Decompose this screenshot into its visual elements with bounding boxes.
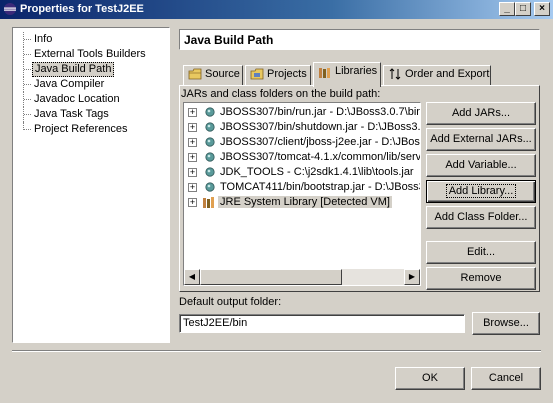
list-item[interactable]: + JBOSS307/bin/run.jar - D:\JBoss3.0.7\b… <box>184 105 420 120</box>
tree-connector <box>23 32 31 47</box>
nav-item-info[interactable]: Info <box>13 32 163 47</box>
title-bar: Properties for TestJ2EE _ □ × <box>0 0 553 19</box>
jar-icon <box>205 182 215 192</box>
tab-label: Libraries <box>335 65 378 77</box>
browse-button[interactable]: Browse... <box>472 312 540 335</box>
cancel-button[interactable]: Cancel <box>471 367 541 390</box>
library-path: JDK_TOOLS - C:\j2sdk1.4.1\lib\tools.jar <box>220 166 414 178</box>
nav-item-label: Javadoc Location <box>34 93 120 105</box>
eclipse-icon <box>4 3 16 15</box>
nav-item-label: Project References <box>34 123 128 135</box>
tab-label: Order and Export <box>405 68 490 80</box>
list-item[interactable]: + JBOSS307/client/jboss-j2ee.jar - D:\JB… <box>184 135 420 150</box>
nav-item-label: Java Task Tags <box>34 108 109 120</box>
nav-item-label: External Tools Builders <box>34 48 146 60</box>
jar-icon <box>205 107 215 117</box>
nav-item-javadoc-location[interactable]: Javadoc Location <box>13 92 163 107</box>
properties-dialog: Properties for TestJ2EE _ □ × Info Exter… <box>0 0 553 403</box>
tab-order-and-export[interactable]: Order and Export <box>383 65 491 86</box>
minimize-button[interactable]: _ <box>499 2 515 16</box>
expand-icon[interactable]: + <box>188 108 197 117</box>
output-folder-label: Default output folder: <box>179 296 282 308</box>
page-title: Java Build Path <box>179 29 540 50</box>
jar-icon <box>205 152 215 162</box>
tab-libraries[interactable]: Libraries <box>313 62 381 87</box>
output-folder-input[interactable]: TestJ2EE/bin <box>179 314 465 333</box>
jar-icon <box>205 167 215 177</box>
scrollbar-thumb[interactable] <box>200 269 342 285</box>
tree-connector <box>23 92 31 107</box>
separator <box>12 350 541 352</box>
add-class-folder-button[interactable]: Add Class Folder... <box>426 206 536 229</box>
tab-projects[interactable]: Projects <box>245 65 311 86</box>
order-icon <box>389 68 401 80</box>
scroll-left-icon[interactable]: ◀ <box>184 269 200 285</box>
list-item[interactable]: + JRE System Library [Detected VM] <box>184 195 420 210</box>
nav-item-label: Java Compiler <box>34 78 105 90</box>
tree-connector <box>23 107 31 122</box>
remove-button[interactable]: Remove <box>426 267 536 290</box>
library-path: TOMCAT411/bin/bootstrap.jar - D:\JBoss3.… <box>220 181 421 193</box>
expand-icon[interactable]: + <box>188 168 197 177</box>
list-item[interactable]: + JBOSS307/tomcat-4.1.x/common/lib/servl… <box>184 150 420 165</box>
list-item[interactable]: + TOMCAT411/bin/bootstrap.jar - D:\JBoss… <box>184 180 420 195</box>
close-button[interactable]: × <box>534 2 550 16</box>
expand-icon[interactable]: + <box>188 123 197 132</box>
nav-item-project-references[interactable]: Project References <box>13 122 163 137</box>
jar-icon <box>205 137 215 147</box>
tree-connector <box>23 62 31 77</box>
tab-label: Source <box>205 68 240 80</box>
window-title: Properties for TestJ2EE <box>20 3 144 15</box>
libraries-icon <box>319 67 330 78</box>
nav-item-java-task-tags[interactable]: Java Task Tags <box>13 107 163 122</box>
list-item[interactable]: + JBOSS307/bin/shutdown.jar - D:\JBoss3.… <box>184 120 420 135</box>
edit-button[interactable]: Edit... <box>426 241 536 264</box>
tree-connector <box>23 47 31 62</box>
nav-item-java-compiler[interactable]: Java Compiler <box>13 77 163 92</box>
scroll-right-icon[interactable]: ▶ <box>404 269 420 285</box>
projects-icon <box>250 68 264 80</box>
libraries-list[interactable]: + JBOSS307/bin/run.jar - D:\JBoss3.0.7\b… <box>183 102 421 286</box>
tree-connector <box>23 122 31 130</box>
ok-button[interactable]: OK <box>395 367 465 390</box>
add-variable-button[interactable]: Add Variable... <box>426 154 536 177</box>
nav-item-java-build-path[interactable]: Java Build Path <box>13 62 163 77</box>
list-item[interactable]: + JDK_TOOLS - C:\j2sdk1.4.1\lib\tools.ja… <box>184 165 420 180</box>
add-library-button[interactable]: Add Library... <box>426 180 536 203</box>
tab-source[interactable]: Source <box>183 65 243 86</box>
library-path: JRE System Library [Detected VM] <box>218 196 392 208</box>
folder-icon <box>188 68 202 80</box>
tab-label: Projects <box>267 68 307 80</box>
nav-item-label: Info <box>34 33 53 45</box>
expand-icon[interactable]: + <box>188 138 197 147</box>
library-path: JBOSS307/tomcat-4.1.x/common/lib/servlet <box>220 151 421 163</box>
add-external-jars-button[interactable]: Add External JARs... <box>426 128 536 151</box>
library-path: JBOSS307/bin/run.jar - D:\JBoss3.0.7\bin… <box>220 106 421 118</box>
expand-icon[interactable]: + <box>188 198 197 207</box>
add-jars-button[interactable]: Add JARs... <box>426 102 536 125</box>
library-icon <box>203 197 214 208</box>
horizontal-scrollbar[interactable]: ◀ ▶ <box>184 269 420 285</box>
expand-icon[interactable]: + <box>188 183 197 192</box>
libraries-label: JARs and class folders on the build path… <box>181 88 381 100</box>
expand-icon[interactable]: + <box>188 153 197 162</box>
nav-item-label: Java Build Path <box>32 62 115 77</box>
library-path: JBOSS307/bin/shutdown.jar - D:\JBoss3.0.… <box>220 121 421 133</box>
nav-item-external-tools-builders[interactable]: External Tools Builders <box>13 47 163 62</box>
jar-icon <box>205 122 215 132</box>
properties-nav-tree: Info External Tools Builders Java Build … <box>12 27 170 343</box>
library-path: JBOSS307/client/jboss-j2ee.jar - D:\JBos… <box>220 136 421 148</box>
add-library-label: Add Library... <box>445 184 517 198</box>
maximize-button[interactable]: □ <box>515 2 531 16</box>
tree-connector <box>23 77 31 92</box>
